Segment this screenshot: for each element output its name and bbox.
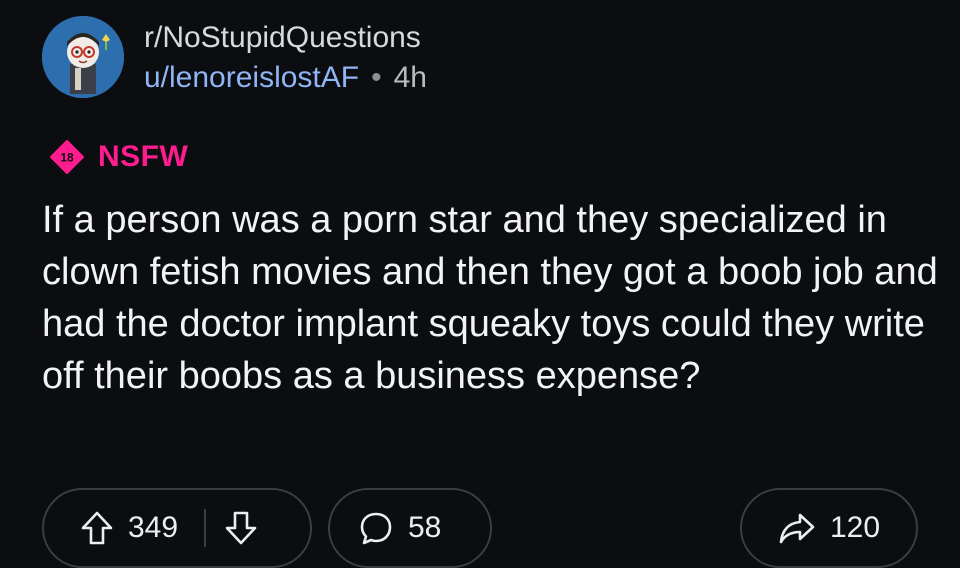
nsfw-tag: 18 NSFW bbox=[50, 140, 188, 174]
author-line: u/lenoreislostAF • 4h bbox=[144, 63, 427, 93]
arrow-up-icon[interactable] bbox=[80, 510, 114, 546]
author-link[interactable]: u/lenoreislostAF bbox=[144, 63, 359, 93]
share-button[interactable]: 120 bbox=[740, 488, 918, 568]
upvote-count: 349 bbox=[128, 511, 179, 544]
subreddit-link[interactable]: r/NoStupidQuestions bbox=[144, 23, 427, 53]
post-header: r/NoStupidQuestions u/lenoreislostAF • 4… bbox=[42, 16, 427, 98]
share-count: 120 bbox=[830, 511, 881, 544]
post-title[interactable]: If a person was a porn star and they spe… bbox=[42, 194, 942, 402]
comment-count: 58 bbox=[408, 511, 442, 544]
arrow-down-icon[interactable] bbox=[224, 510, 258, 546]
vote-bar: 349 bbox=[42, 488, 312, 568]
vote-divider bbox=[204, 509, 207, 547]
comments-button[interactable]: 58 bbox=[328, 488, 492, 568]
share-arrow-icon bbox=[778, 511, 816, 545]
avatar-illustration-icon bbox=[42, 16, 124, 98]
meta-separator: • bbox=[371, 61, 382, 94]
post-age: 4h bbox=[393, 61, 427, 94]
post-meta: r/NoStupidQuestions u/lenoreislostAF • 4… bbox=[144, 21, 427, 93]
user-avatar[interactable] bbox=[42, 16, 124, 98]
post-actions: 349 58 120 bbox=[42, 488, 918, 568]
nsfw-18-icon: 18 bbox=[50, 140, 84, 174]
speech-bubble-icon bbox=[358, 510, 394, 546]
nsfw-badge-number: 18 bbox=[60, 151, 74, 165]
nsfw-label: NSFW bbox=[98, 140, 189, 173]
